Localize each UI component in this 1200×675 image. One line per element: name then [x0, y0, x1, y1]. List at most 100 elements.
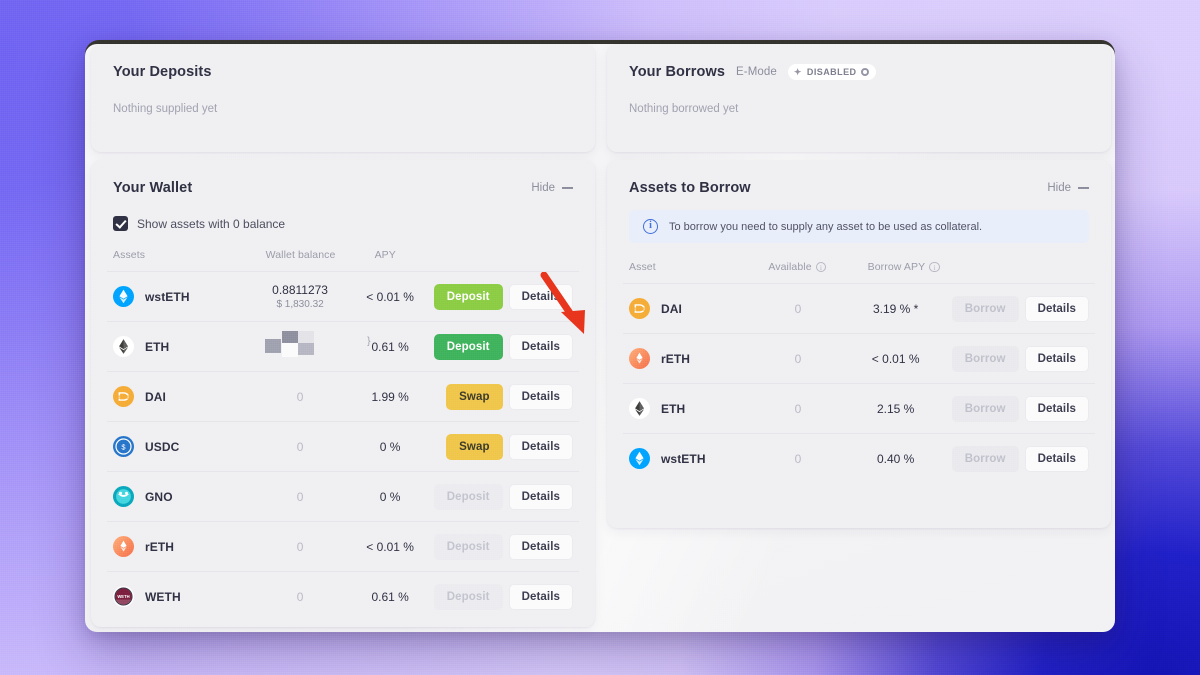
borrow-available-value: 0	[794, 351, 802, 366]
wallet-table-wrap: Assets Wallet balance APY wstETH 0.881127…	[91, 231, 595, 622]
wallet-apy-cell: < 0.01 %	[353, 272, 428, 322]
dai-icon	[113, 386, 134, 407]
asset-symbol: DAI	[145, 389, 166, 404]
borrow-apy-value: 0.40 %	[876, 451, 915, 466]
wallet-actions-cell: Deposit Details	[428, 272, 579, 322]
wallet-actions-cell: Swap Details	[428, 422, 579, 472]
asset-cell-inner: ETH	[629, 398, 744, 419]
asset-symbol: WETH	[145, 589, 181, 604]
reth-icon	[113, 536, 134, 557]
table-row: WETH WETH 0 0.61 % Deposit Details	[107, 571, 579, 622]
details-button-gno[interactable]: Details	[508, 483, 573, 510]
swap-button-dai[interactable]: Swap	[446, 383, 503, 410]
borrow-asset-cell: rETH	[623, 334, 750, 384]
app-content: Your Deposits Nothing supplied yet Your …	[85, 40, 1115, 632]
wallet-apy-value: 1.99 %	[371, 389, 409, 404]
wallet-balance-value: 0	[296, 439, 304, 454]
borrow-apy-value: 2.15 %	[876, 401, 915, 416]
wallet-apy-value: 0 %	[379, 489, 401, 504]
wallet-actions-cell: Swap Details	[428, 372, 579, 422]
usdc-icon: $	[113, 436, 134, 457]
wallet-apy-value: 0.61 %	[371, 589, 409, 604]
gno-icon	[113, 486, 134, 507]
details-button-weth[interactable]: Details	[508, 583, 573, 610]
borrow-button-eth: Borrow	[951, 395, 1019, 422]
borrow-table: Asset Available i Borrow APY i DAI 0 3.19 % …	[623, 243, 1095, 484]
borrow-button-dai: Borrow	[951, 295, 1019, 322]
asset-cell-inner: ETH	[113, 336, 242, 357]
borrow-col-apy: Borrow APY i	[846, 243, 946, 284]
gear-icon[interactable]	[861, 68, 870, 76]
redaction-block	[298, 331, 315, 343]
wallet-balance-value: 0	[296, 539, 304, 554]
borrow-col-apy-label: Borrow APY	[867, 261, 926, 273]
your-wallet-card: Your Wallet Hide Show assets with 0 bala…	[91, 160, 595, 627]
table-row: wstETH 0 0.40 % Borrow Details	[623, 433, 1095, 484]
wallet-header-row: Assets Wallet balance APY	[107, 231, 579, 272]
asset-cell-inner: GNO	[113, 486, 242, 507]
show-zero-balance-checkbox[interactable]	[113, 216, 128, 231]
wallet-apy-cell: 0.61 %	[353, 572, 428, 622]
details-button-reth[interactable]: Details	[508, 533, 573, 560]
wallet-col-balance: Wallet balance	[265, 249, 336, 261]
help-icon[interactable]: i	[815, 261, 827, 273]
asset-cell-inner: wstETH	[629, 448, 744, 470]
borrow-available-cell: 0	[750, 334, 845, 384]
wallet-hide-label: Hide	[531, 182, 555, 194]
collateral-info-text: To borrow you need to supply any asset t…	[669, 220, 983, 233]
borrow-col-asset: Asset	[629, 261, 656, 273]
wallet-apy-cell: 1.99 %	[353, 372, 428, 422]
details-button-usdc[interactable]: Details	[508, 433, 573, 460]
wallet-col-assets: Assets	[113, 249, 146, 261]
wallet-apy-cell: 0 %	[353, 472, 428, 522]
bolt-icon: ✦	[793, 66, 802, 77]
table-row: rETH 0 < 0.01 % Borrow Details	[623, 333, 1095, 384]
wallet-table-head: Assets Wallet balance APY	[107, 231, 579, 272]
redaction-text-fragment: }	[367, 336, 371, 347]
asset-cell-inner: DAI	[629, 298, 744, 319]
details-button-wsteth[interactable]: Details	[508, 283, 573, 310]
wallet-balance-usd: $ 1,830.32	[276, 299, 324, 310]
wallet-balance-cell: 0	[248, 522, 353, 572]
asset-symbol: ETH	[145, 339, 170, 354]
wallet-balance-value: 0	[296, 489, 304, 504]
borrow-details-button-eth[interactable]: Details	[1024, 395, 1089, 422]
table-row: GNO 0 0 % Deposit Details	[107, 471, 579, 522]
borrow-table-body: DAI 0 3.19 % * Borrow Details rETH 0 < 0.01 % Bo…	[623, 283, 1095, 484]
borrow-col-available-label: Available	[768, 261, 812, 273]
table-row: ETH 0 2.15 % Borrow Details	[623, 383, 1095, 434]
show-zero-balance-row[interactable]: Show assets with 0 balance	[91, 196, 595, 231]
wallet-balance-value: 0	[296, 589, 304, 604]
wallet-hide-button[interactable]: Hide	[531, 182, 573, 194]
info-icon: i	[643, 219, 658, 234]
help-icon[interactable]: i	[929, 261, 940, 273]
details-button-eth[interactable]: Details	[508, 333, 573, 360]
screenshot-root: Your Deposits Nothing supplied yet Your …	[0, 0, 1200, 675]
borrow-apy-cell: < 0.01 %	[846, 334, 946, 384]
deposit-button-eth[interactable]: Deposit	[433, 333, 503, 360]
wallet-table-body: wstETH 0.8811273 $ 1,830.32 < 0.01 % Deposit…	[107, 271, 579, 622]
borrow-button-wsteth: Borrow	[951, 445, 1019, 472]
borrow-table-wrap: Asset Available i Borrow APY i DAI 0 3.19 % …	[607, 243, 1111, 484]
swap-button-usdc[interactable]: Swap	[446, 433, 503, 460]
deposit-button-wsteth[interactable]: Deposit	[433, 283, 503, 310]
borrow-button-reth: Borrow	[951, 345, 1019, 372]
borrow-details-button-dai[interactable]: Details	[1024, 295, 1089, 322]
emode-status-badge[interactable]: ✦ DISABLED	[787, 64, 877, 80]
redaction-block	[282, 331, 299, 343]
your-borrows-empty-text: Nothing borrowed yet	[629, 103, 739, 115]
borrow-apy-cell: 2.15 %	[846, 384, 946, 434]
borrow-actions-cell: Borrow Details	[946, 384, 1095, 434]
wallet-balance-value: 0	[296, 389, 304, 404]
deposit-button-reth: Deposit	[433, 533, 503, 560]
borrow-hide-button[interactable]: Hide	[1047, 182, 1089, 194]
weth-icon: WETH	[113, 586, 134, 608]
details-button-dai[interactable]: Details	[508, 383, 573, 410]
wsteth-icon	[629, 448, 650, 470]
borrow-details-button-reth[interactable]: Details	[1024, 345, 1089, 372]
svg-text:WETH: WETH	[117, 594, 129, 599]
borrow-details-button-wsteth[interactable]: Details	[1024, 445, 1089, 472]
minus-icon	[1078, 187, 1089, 189]
borrow-col-actions	[946, 243, 1095, 284]
asset-symbol: USDC	[145, 439, 180, 454]
